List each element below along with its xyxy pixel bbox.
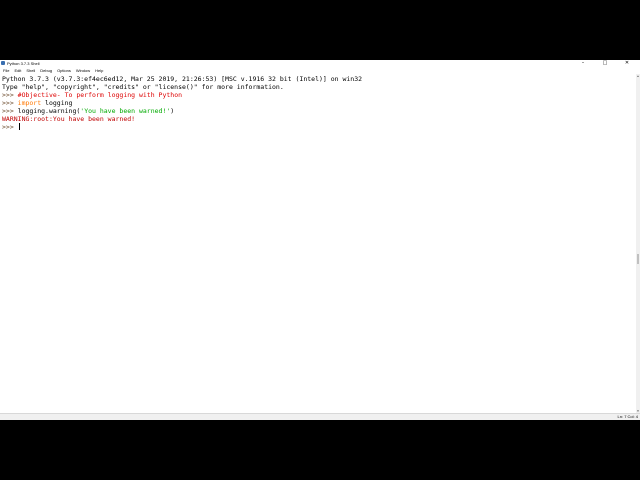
import-keyword: import — [17, 99, 42, 107]
string-literal: 'You have been warned!' — [80, 107, 171, 115]
minimize-button[interactable]: – — [572, 60, 594, 67]
shell-text-area[interactable]: Python 3.7.3 (v3.7.3:ef4ec6ed12, Mar 25 … — [0, 74, 636, 413]
menu-window[interactable]: Window — [76, 67, 90, 74]
close-button[interactable]: ✕ — [616, 60, 638, 67]
python-icon — [1, 61, 5, 65]
shell-prompt: >>> — [2, 107, 18, 115]
banner-line-1: Python 3.7.3 (v3.7.3:ef4ec6ed12, Mar 25 … — [2, 75, 363, 83]
menu-help[interactable]: Help — [95, 67, 103, 74]
vertical-scrollbar[interactable]: ▲ ▼ — [636, 74, 640, 413]
import-module: logging — [41, 99, 73, 107]
input-line-comment: >>> #Objective- To perform logging with … — [2, 91, 182, 99]
idle-shell-window: Python 3.7.3 Shell – □ ✕ File Edit Shell… — [0, 60, 640, 420]
menu-bar: File Edit Shell Debug Options Window Hel… — [0, 67, 640, 74]
input-line-warning-call: >>> logging.warning('You have been warne… — [2, 107, 174, 115]
text-cursor — [18, 123, 20, 130]
function-call: logging.warning( — [17, 107, 81, 115]
menu-shell[interactable]: Shell — [26, 67, 35, 74]
title-bar[interactable]: Python 3.7.3 Shell – □ ✕ — [0, 60, 640, 67]
input-line-current[interactable]: >>> — [2, 123, 20, 131]
shell-prompt: >>> — [2, 123, 18, 131]
menu-options[interactable]: Options — [57, 67, 71, 74]
maximize-button[interactable]: □ — [594, 60, 616, 67]
menu-file[interactable]: File — [3, 67, 9, 74]
close-paren: ) — [170, 107, 175, 115]
input-line-import: >>> import logging — [2, 99, 72, 107]
menu-debug[interactable]: Debug — [40, 67, 52, 74]
shell-prompt: >>> — [2, 99, 18, 107]
cursor-position: Ln: 7 Col: 4 — [617, 414, 638, 419]
menu-edit[interactable]: Edit — [14, 67, 21, 74]
warning-output: WARNING:root:You have been warned! — [2, 115, 136, 123]
scroll-thumb[interactable] — [637, 254, 639, 264]
scroll-up-arrow-icon[interactable]: ▲ — [636, 74, 640, 78]
comment-text: #Objective- To perform logging with Pyth… — [17, 91, 183, 99]
banner-line-2: Type "help", "copyright", "credits" or "… — [2, 83, 284, 91]
status-bar: Ln: 7 Col: 4 — [0, 413, 640, 420]
window-title: Python 3.7.3 Shell — [7, 61, 40, 66]
shell-prompt: >>> — [2, 91, 18, 99]
